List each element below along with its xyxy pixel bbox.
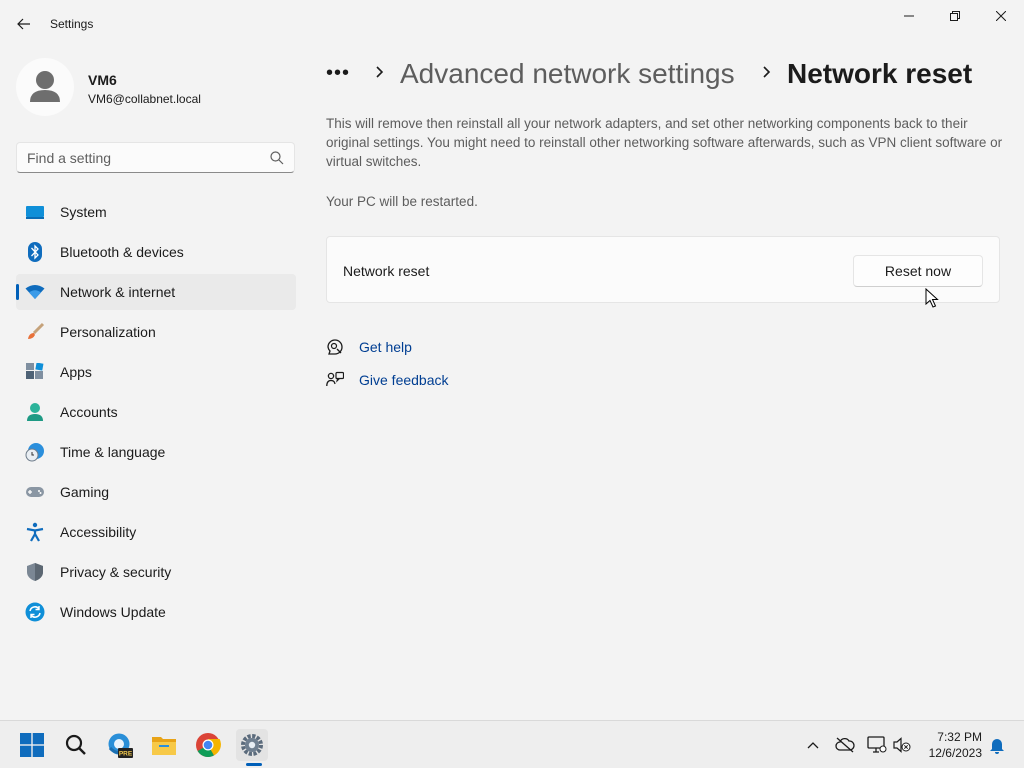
sidebar-item-bluetooth[interactable]: Bluetooth & devices [16, 234, 296, 270]
breadcrumb: ••• Advanced network settings Network re… [326, 56, 1006, 96]
sidebar-item-time-language[interactable]: Time & language [16, 434, 296, 470]
sidebar-item-label: Accessibility [60, 524, 137, 540]
feedback-icon [326, 371, 344, 387]
restart-note: Your PC will be restarted. [326, 194, 478, 209]
show-hidden-icons-button[interactable] [803, 735, 823, 755]
file-explorer-icon [152, 737, 176, 755]
start-icon [20, 733, 44, 757]
sidebar-item-privacy[interactable]: Privacy & security [16, 554, 296, 590]
user-avatar-icon [30, 71, 60, 102]
sidebar-item-label: Time & language [60, 444, 166, 460]
file-explorer-button[interactable] [148, 729, 180, 761]
brush-icon [25, 322, 45, 342]
sidebar-item-apps[interactable]: Apps [16, 354, 296, 390]
settings-icon [241, 734, 263, 756]
system-icon [25, 202, 45, 222]
sidebar-item-label: Privacy & security [60, 564, 172, 580]
sidebar-item-accounts[interactable]: Accounts [16, 394, 296, 430]
network-status[interactable] [867, 735, 887, 755]
volume-status[interactable] [892, 735, 912, 755]
minimize-button[interactable] [886, 0, 932, 32]
help-icon [327, 339, 343, 355]
title-bar: Settings [0, 0, 1024, 48]
sidebar-item-system[interactable]: System [16, 194, 296, 230]
chevron-up-icon [807, 742, 819, 749]
card-label: Network reset [343, 263, 430, 279]
sidebar-item-gaming[interactable]: Gaming [16, 474, 296, 510]
sidebar-item-label: Apps [60, 364, 92, 380]
page-title: Network reset [787, 58, 973, 89]
wifi-icon [25, 282, 45, 302]
minimize-icon [904, 15, 914, 17]
sidebar-item-label: Network & internet [60, 284, 176, 300]
user-email: VM6@collabnet.local [88, 92, 201, 106]
app-title: Settings [50, 17, 94, 31]
clock-date: 12/6/2023 [928, 746, 982, 760]
clock-time: 7:32 PM [937, 730, 982, 744]
time-language-icon [25, 442, 45, 462]
search-input[interactable] [27, 148, 257, 168]
windows-update-icon [25, 602, 45, 622]
edge-beta-icon: PRE [108, 733, 133, 758]
avatar [16, 58, 74, 116]
sidebar-item-windows-update[interactable]: Windows Update [16, 594, 296, 630]
edge-badge-text: PRE [119, 751, 133, 758]
sidebar-item-label: Accounts [60, 404, 118, 420]
apps-icon [25, 362, 45, 382]
sidebar-item-network[interactable]: Network & internet [16, 274, 296, 310]
give-feedback-link[interactable]: Give feedback [326, 369, 526, 391]
user-name: VM6 [88, 72, 117, 88]
taskbar-clock[interactable]: 7:32 PM 12/6/2023 [918, 729, 982, 761]
reset-now-button[interactable]: Reset now [853, 255, 983, 287]
sidebar-item-personalization[interactable]: Personalization [16, 314, 296, 350]
taskbar: PRE 7:32 PM 12/6/2023 [0, 720, 1024, 768]
breadcrumb-parent-link[interactable]: Advanced network settings [400, 58, 735, 90]
chrome-button[interactable] [192, 729, 224, 761]
settings-taskbar-button[interactable] [236, 729, 268, 761]
sidebar-item-label: Gaming [60, 484, 110, 500]
speaker-muted-icon [893, 737, 911, 753]
accessibility-icon [25, 522, 45, 542]
gamepad-icon [25, 482, 45, 502]
shield-icon [25, 562, 45, 582]
chevron-right-icon [763, 66, 771, 78]
mouse-cursor-icon [925, 288, 939, 308]
taskbar-search-button[interactable] [60, 729, 92, 761]
start-button[interactable] [16, 729, 48, 761]
search-icon [65, 734, 86, 755]
page-description: This will remove then reinstall all your… [326, 116, 1003, 169]
restore-icon [950, 11, 960, 21]
network-reset-card: Network reset Reset now [326, 236, 1000, 303]
back-arrow-icon [17, 18, 30, 30]
search-box [16, 142, 295, 173]
chevron-right-icon [376, 66, 384, 78]
bluetooth-icon [25, 242, 45, 262]
bell-icon [990, 739, 1004, 754]
close-icon [996, 11, 1006, 21]
sidebar-nav: System Bluetooth & devices Network & int… [16, 194, 296, 634]
close-button[interactable] [978, 0, 1024, 32]
edge-beta-button[interactable]: PRE [104, 729, 136, 761]
link-label: Give feedback [359, 372, 449, 388]
sidebar-item-label: Windows Update [60, 604, 166, 620]
search-icon[interactable] [269, 150, 285, 166]
sidebar-item-label: Bluetooth & devices [60, 244, 184, 260]
accounts-icon [25, 402, 45, 422]
sidebar-item-accessibility[interactable]: Accessibility [16, 514, 296, 550]
breadcrumb-more-button[interactable]: ••• [326, 62, 350, 85]
onedrive-status[interactable] [835, 735, 855, 755]
network-monitor-icon [867, 736, 887, 753]
active-app-indicator [246, 763, 262, 766]
link-label: Get help [359, 339, 412, 355]
sidebar-item-label: System [60, 204, 107, 220]
notifications-button[interactable] [987, 735, 1007, 755]
sidebar-item-label: Personalization [60, 324, 156, 340]
back-button[interactable] [10, 10, 38, 38]
user-profile[interactable]: VM6 VM6@collabnet.local [16, 58, 296, 118]
get-help-link[interactable]: Get help [326, 336, 526, 358]
cloud-offline-icon [835, 737, 855, 753]
restore-button[interactable] [932, 0, 978, 32]
chrome-icon [196, 733, 221, 758]
